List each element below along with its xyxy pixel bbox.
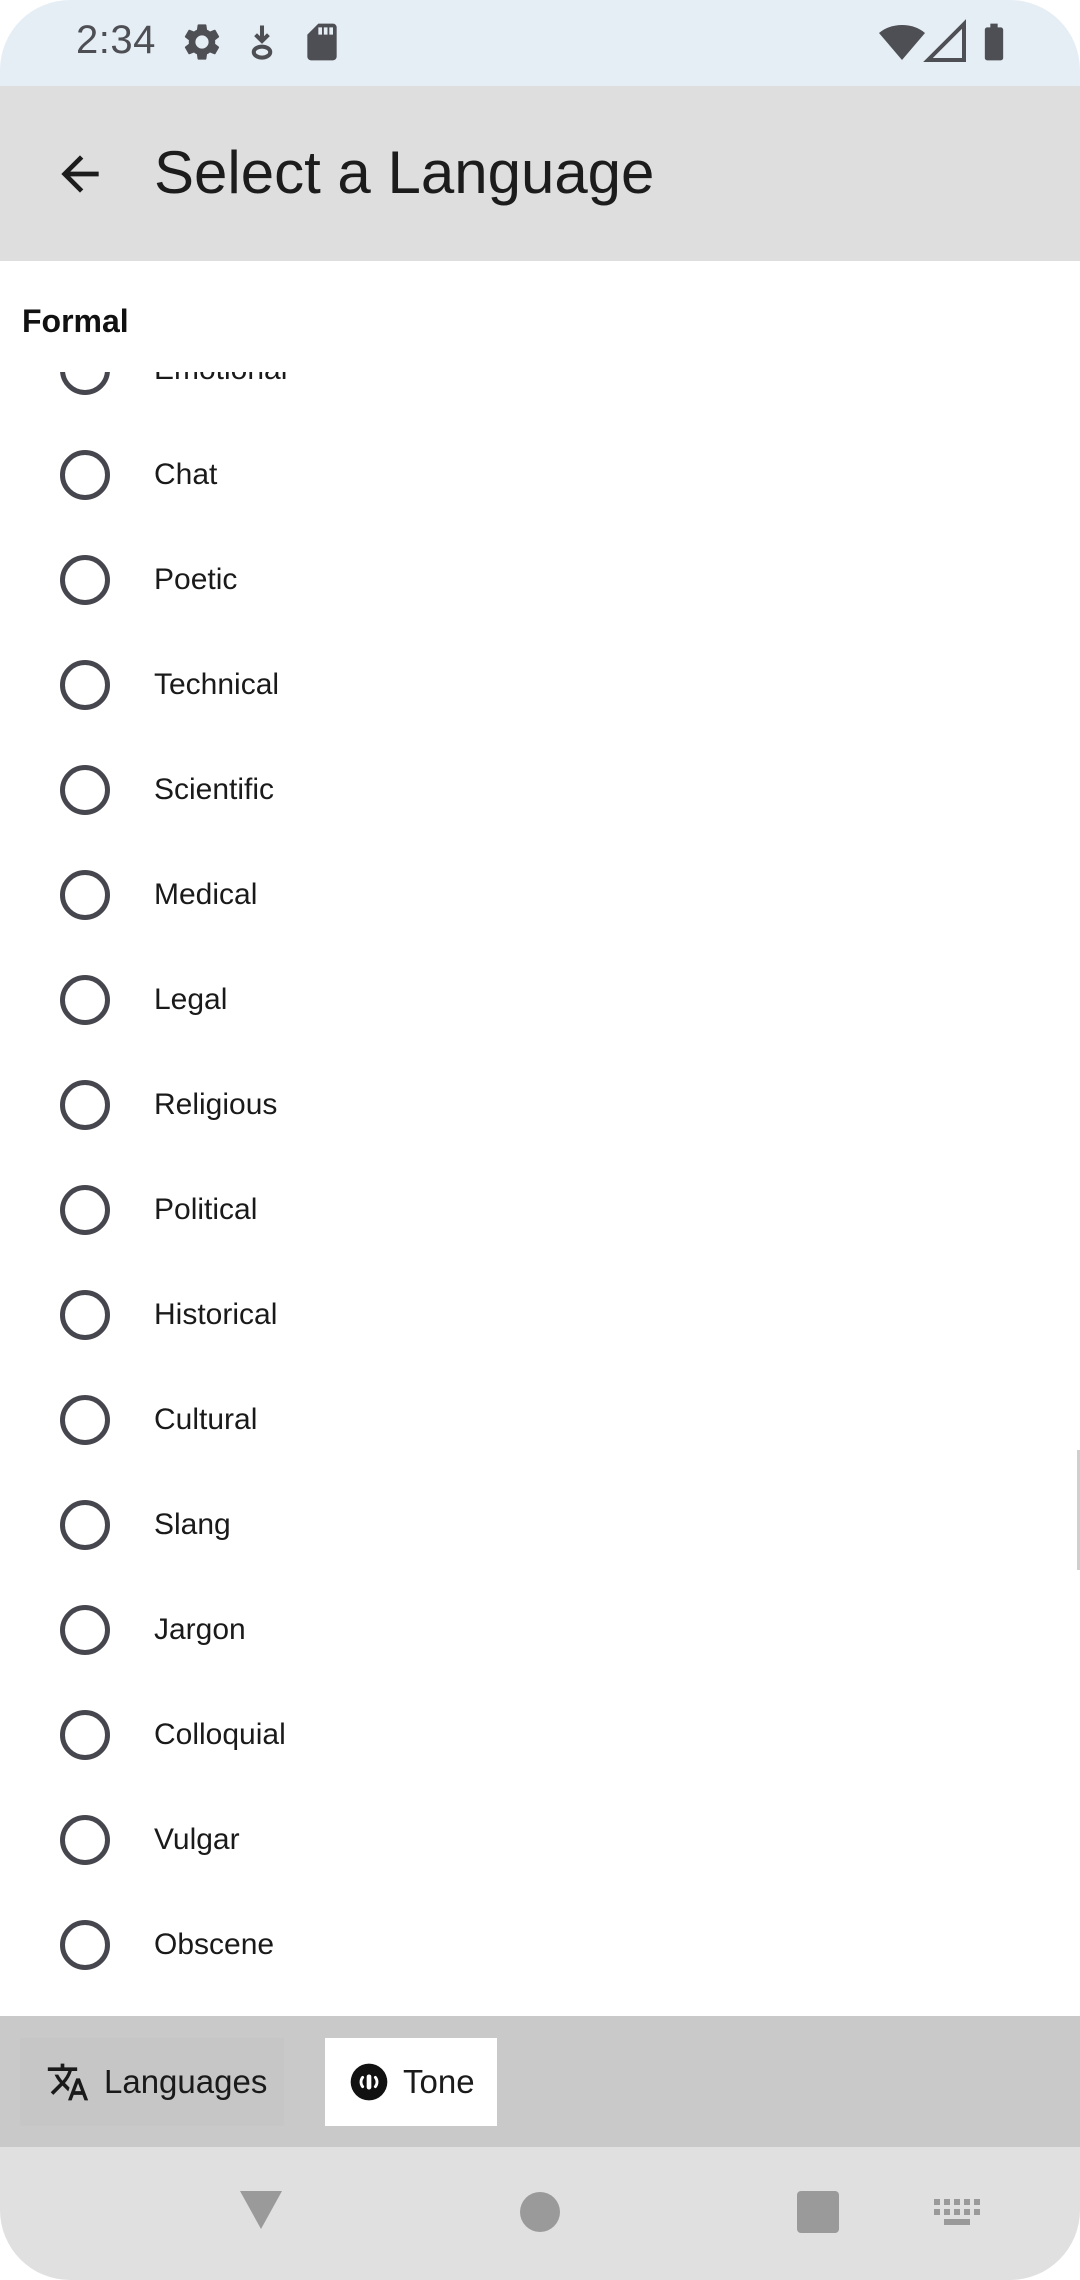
option-medical[interactable]: Medical <box>0 845 1080 950</box>
system-nav-bar <box>0 2147 1080 2280</box>
battery-icon <box>984 23 1004 61</box>
sd-card-icon <box>307 23 337 61</box>
home-circle-icon[interactable] <box>519 2191 561 2233</box>
option-label: Legal <box>154 983 228 1016</box>
page-title: Select a Language <box>154 139 655 206</box>
recents-square-icon[interactable] <box>797 2191 839 2233</box>
radio-button[interactable] <box>60 1290 110 1340</box>
option-label: Chat <box>154 458 218 491</box>
option-colloquial[interactable]: Colloquial <box>0 1685 1080 1790</box>
option-label: Vulgar <box>154 1823 240 1856</box>
radio-button[interactable] <box>60 660 110 710</box>
option-label: Cultural <box>154 1403 258 1436</box>
status-time: 2:34 <box>76 18 156 62</box>
radio-button[interactable] <box>60 555 110 605</box>
option-label: Emotional <box>154 372 287 387</box>
radio-button[interactable] <box>60 450 110 500</box>
option-emotional[interactable]: Emotional <box>0 372 1080 425</box>
tab-tone-label: Tone <box>403 2063 475 2100</box>
option-chat[interactable]: Chat <box>0 425 1080 530</box>
app-bar: Select a Language <box>0 86 1080 261</box>
tab-languages-label: Languages <box>104 2063 268 2100</box>
radio-button[interactable] <box>60 1920 110 1970</box>
radio-button[interactable] <box>60 1710 110 1760</box>
radio-button[interactable] <box>60 765 110 815</box>
download-arrow-icon <box>251 25 273 60</box>
gear-icon <box>184 24 220 60</box>
option-jargon[interactable]: Jargon <box>0 1580 1080 1685</box>
radio-button[interactable] <box>60 1605 110 1655</box>
option-label: Jargon <box>154 1613 246 1646</box>
option-label: Slang <box>154 1508 231 1541</box>
tone-options-list[interactable]: Emotional Chat Poetic Technical Scientif… <box>0 372 1080 1970</box>
bottom-tab-bar: Languages Tone <box>0 2016 1080 2147</box>
tone-icon <box>350 2063 388 2101</box>
tab-languages[interactable]: Languages <box>20 2038 284 2126</box>
option-vulgar[interactable]: Vulgar <box>0 1790 1080 1895</box>
section-header: Formal <box>22 303 129 339</box>
tab-tone[interactable]: Tone <box>325 2038 497 2126</box>
wifi-icon <box>879 25 925 60</box>
option-historical[interactable]: Historical <box>0 1265 1080 1370</box>
back-button[interactable] <box>40 134 120 214</box>
option-label: Political <box>154 1193 258 1226</box>
radio-button[interactable] <box>60 1185 110 1235</box>
option-scientific[interactable]: Scientific <box>0 740 1080 845</box>
radio-button[interactable] <box>60 1395 110 1445</box>
option-label: Colloquial <box>154 1718 286 1751</box>
radio-button[interactable] <box>60 870 110 920</box>
option-technical[interactable]: Technical <box>0 635 1080 740</box>
status-bar: 2:34 <box>0 0 1080 86</box>
arrow-back-icon <box>61 155 99 193</box>
cell-signal-icon <box>923 19 966 62</box>
option-label: Obscene <box>154 1928 275 1961</box>
radio-button[interactable] <box>60 372 110 395</box>
option-religious[interactable]: Religious <box>0 1055 1080 1160</box>
radio-button[interactable] <box>60 1500 110 1550</box>
translate-icon <box>47 2063 89 2101</box>
option-slang[interactable]: Slang <box>0 1475 1080 1580</box>
screen: 2:34 Select a Language Formal Chat Poeti… <box>0 0 1080 2280</box>
radio-button[interactable] <box>60 1080 110 1130</box>
back-triangle-icon[interactable] <box>238 2189 284 2231</box>
option-political[interactable]: Political <box>0 1160 1080 1265</box>
option-label: Scientific <box>154 773 275 806</box>
option-legal[interactable]: Legal <box>0 950 1080 1055</box>
option-label: Poetic <box>154 563 238 596</box>
option-cultural[interactable]: Cultural <box>0 1370 1080 1475</box>
option-obscene[interactable]: Obscene <box>0 1895 1080 1970</box>
option-label: Medical <box>154 878 258 911</box>
option-label: Historical <box>154 1298 278 1331</box>
option-label: Technical <box>154 668 280 701</box>
radio-button[interactable] <box>60 975 110 1025</box>
radio-button[interactable] <box>60 1815 110 1865</box>
keyboard-icon[interactable] <box>934 2199 980 2227</box>
option-poetic[interactable]: Poetic <box>0 530 1080 635</box>
option-label: Religious <box>154 1088 278 1121</box>
